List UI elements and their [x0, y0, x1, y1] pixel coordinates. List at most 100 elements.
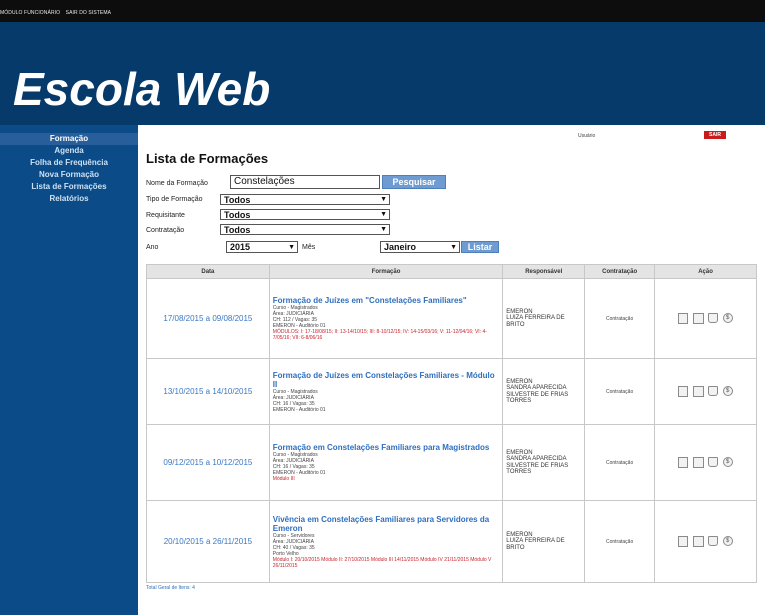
responsavel-name: SANDRA APARECIDA SILVESTRE DE FRIAS TORR…: [506, 456, 569, 475]
row-contratacao[interactable]: Contratação: [584, 278, 656, 359]
requisitante-value: Todos: [224, 210, 251, 220]
row-formacao: Vivência em Constelações Familiares para…: [268, 500, 504, 583]
mes-value: Janeiro: [384, 242, 417, 252]
sidebar-item-lista-de-formacoes[interactable]: Lista de Formações: [0, 181, 138, 193]
delete-icon[interactable]: [708, 313, 719, 324]
column-header-acao: Ação: [654, 264, 757, 279]
money-icon[interactable]: $: [722, 313, 733, 324]
app-logo: Escola Web: [13, 63, 271, 115]
formacao-title-link[interactable]: Formação em Constelações Familiares para…: [273, 443, 500, 452]
row-date: 09/12/2015 a 10/12/2015: [146, 424, 270, 501]
main-content: Usuário SAIR Lista de Formações Nome da …: [138, 125, 765, 615]
row-acoes: $: [654, 278, 757, 359]
edit-icon[interactable]: [678, 385, 689, 397]
contratacao-value: Todos: [224, 225, 251, 235]
responsavel-name: LUIZA FERREIRA DE BRITO: [506, 315, 565, 328]
money-icon[interactable]: $: [722, 457, 733, 468]
delete-icon[interactable]: [708, 536, 719, 547]
formacao-title-link[interactable]: Formação de Juízes em "Constelações Fami…: [273, 296, 500, 305]
formacoes-table: Data Formação Responsável Contratação Aç…: [146, 264, 757, 583]
edit-icon[interactable]: [678, 312, 689, 324]
formacao-modulos: Módulo I: 20/10/2015 Módulo II: 27/10/20…: [272, 556, 492, 569]
delete-icon[interactable]: [708, 386, 719, 397]
print-icon[interactable]: [692, 535, 704, 547]
chevron-down-icon: ▼: [288, 244, 295, 251]
contratacao-label: Contratação: [146, 227, 185, 234]
formacao-modulos: Módulo III: [272, 476, 295, 482]
tipo-formacao-select[interactable]: Todos ▼: [220, 194, 390, 205]
sidebar-item-nova-formacao[interactable]: Nova Formação: [0, 169, 138, 181]
row-formacao: Formação de Juízes em "Constelações Fami…: [268, 278, 504, 359]
sidebar-item-folha-de-frequencia[interactable]: Folha de Frequência: [0, 157, 138, 169]
formacao-title-link[interactable]: Vivência em Constelações Familiares para…: [273, 515, 500, 533]
total-itens: Total Geral de Itens: 4: [146, 585, 195, 591]
row-contratacao[interactable]: Contratação: [584, 500, 656, 583]
row-date: 20/10/2015 a 26/11/2015: [146, 500, 270, 583]
header: Escola Web: [0, 22, 765, 125]
contratacao-select[interactable]: Todos ▼: [220, 224, 390, 235]
menu-modulo-funcionario[interactable]: MÓDULO FUNCIONÁRIO: [0, 10, 60, 16]
nome-formacao-label: Nome da Formação: [146, 180, 208, 187]
edit-icon[interactable]: [678, 535, 689, 547]
top-bar: MÓDULO FUNCIONÁRIO SAIR DO SISTEMA: [0, 0, 765, 22]
column-header-responsavel: Responsável: [502, 264, 586, 279]
sidebar: Formação Agenda Folha de Frequência Nova…: [0, 125, 138, 615]
listar-button[interactable]: Listar: [461, 241, 499, 253]
sidebar-item-agenda[interactable]: Agenda: [0, 145, 138, 157]
usuario-label: Usuário: [578, 133, 596, 139]
responsavel-name: LUIZA FERREIRA DE BRITO: [506, 538, 565, 551]
row-contratacao[interactable]: Contratação: [584, 358, 656, 425]
row-responsavel: EMERON SANDRA APARECIDA SILVESTRE DE FRI…: [502, 424, 586, 501]
ano-value: 2015: [230, 242, 251, 252]
column-header-formacao: Formação: [268, 264, 504, 279]
mes-select[interactable]: Janeiro ▼: [380, 241, 460, 253]
column-header-contratacao: Contratação: [584, 264, 656, 279]
edit-icon[interactable]: [678, 456, 689, 468]
row-acoes: $: [654, 424, 757, 501]
print-icon[interactable]: [692, 312, 704, 324]
tipo-formacao-label: Tipo de Formação: [146, 196, 203, 203]
row-formacao: Formação de Juízes em Constelações Famil…: [268, 358, 504, 425]
nome-formacao-input[interactable]: Constelações: [230, 175, 380, 189]
ano-select[interactable]: 2015 ▼: [226, 241, 298, 253]
mes-label: Mês: [302, 244, 316, 251]
chevron-down-icon: ▼: [380, 196, 387, 203]
money-icon[interactable]: $: [722, 386, 733, 397]
responsavel-name: SANDRA APARECIDA SILVESTRE DE FRIAS TORR…: [506, 385, 569, 404]
print-icon[interactable]: [692, 456, 704, 468]
table-row: 13/10/2015 a 14/10/2015 Formação de Juíz…: [146, 358, 757, 425]
row-responsavel: EMERON LUIZA FERREIRA DE BRITO: [502, 278, 586, 359]
delete-icon[interactable]: [708, 457, 719, 468]
formacao-title-link[interactable]: Formação de Juízes em Constelações Famil…: [273, 371, 500, 389]
ano-label: Ano: [146, 244, 159, 251]
table-row: 17/08/2015 a 09/08/2015 Formação de Juíz…: [146, 278, 757, 359]
chevron-down-icon: ▼: [450, 244, 457, 251]
requisitante-label: Requisitante: [146, 212, 185, 219]
chevron-down-icon: ▼: [380, 211, 387, 218]
row-date: 17/08/2015 a 09/08/2015: [146, 278, 270, 359]
print-icon[interactable]: [692, 385, 704, 397]
row-responsavel: EMERON SANDRA APARECIDA SILVESTRE DE FRI…: [502, 358, 586, 425]
page-title: Lista de Formações: [146, 151, 269, 166]
chevron-down-icon: ▼: [380, 226, 387, 233]
money-icon[interactable]: $: [722, 536, 733, 547]
tipo-formacao-value: Todos: [224, 195, 251, 205]
pesquisar-button[interactable]: Pesquisar: [382, 175, 446, 189]
row-date: 13/10/2015 a 14/10/2015: [146, 358, 270, 425]
formacao-local: EMERON - Auditório 01: [272, 406, 326, 413]
row-responsavel: EMERON LUIZA FERREIRA DE BRITO: [502, 500, 586, 583]
table-row: 20/10/2015 a 26/11/2015 Vivência em Cons…: [146, 500, 757, 583]
row-acoes: $: [654, 500, 757, 583]
sair-button[interactable]: SAIR: [704, 131, 726, 139]
row-formacao: Formação em Constelações Familiares para…: [268, 424, 504, 501]
sidebar-item-formacao[interactable]: Formação: [0, 133, 138, 145]
sidebar-item-relatorios[interactable]: Relatórios: [0, 193, 138, 205]
table-header-row: Data Formação Responsável Contratação Aç…: [146, 264, 757, 279]
row-contratacao[interactable]: Contratação: [584, 424, 656, 501]
formacao-modulos: MÓDULOS: I: 17-18/08/15; II: 13-14/10/15…: [272, 329, 487, 341]
requisitante-select[interactable]: Todos ▼: [220, 209, 390, 220]
row-acoes: $: [654, 358, 757, 425]
column-header-data: Data: [146, 264, 270, 279]
table-row: 09/12/2015 a 10/12/2015 Formação em Cons…: [146, 424, 757, 501]
menu-sair-do-sistema[interactable]: SAIR DO SISTEMA: [66, 10, 111, 16]
